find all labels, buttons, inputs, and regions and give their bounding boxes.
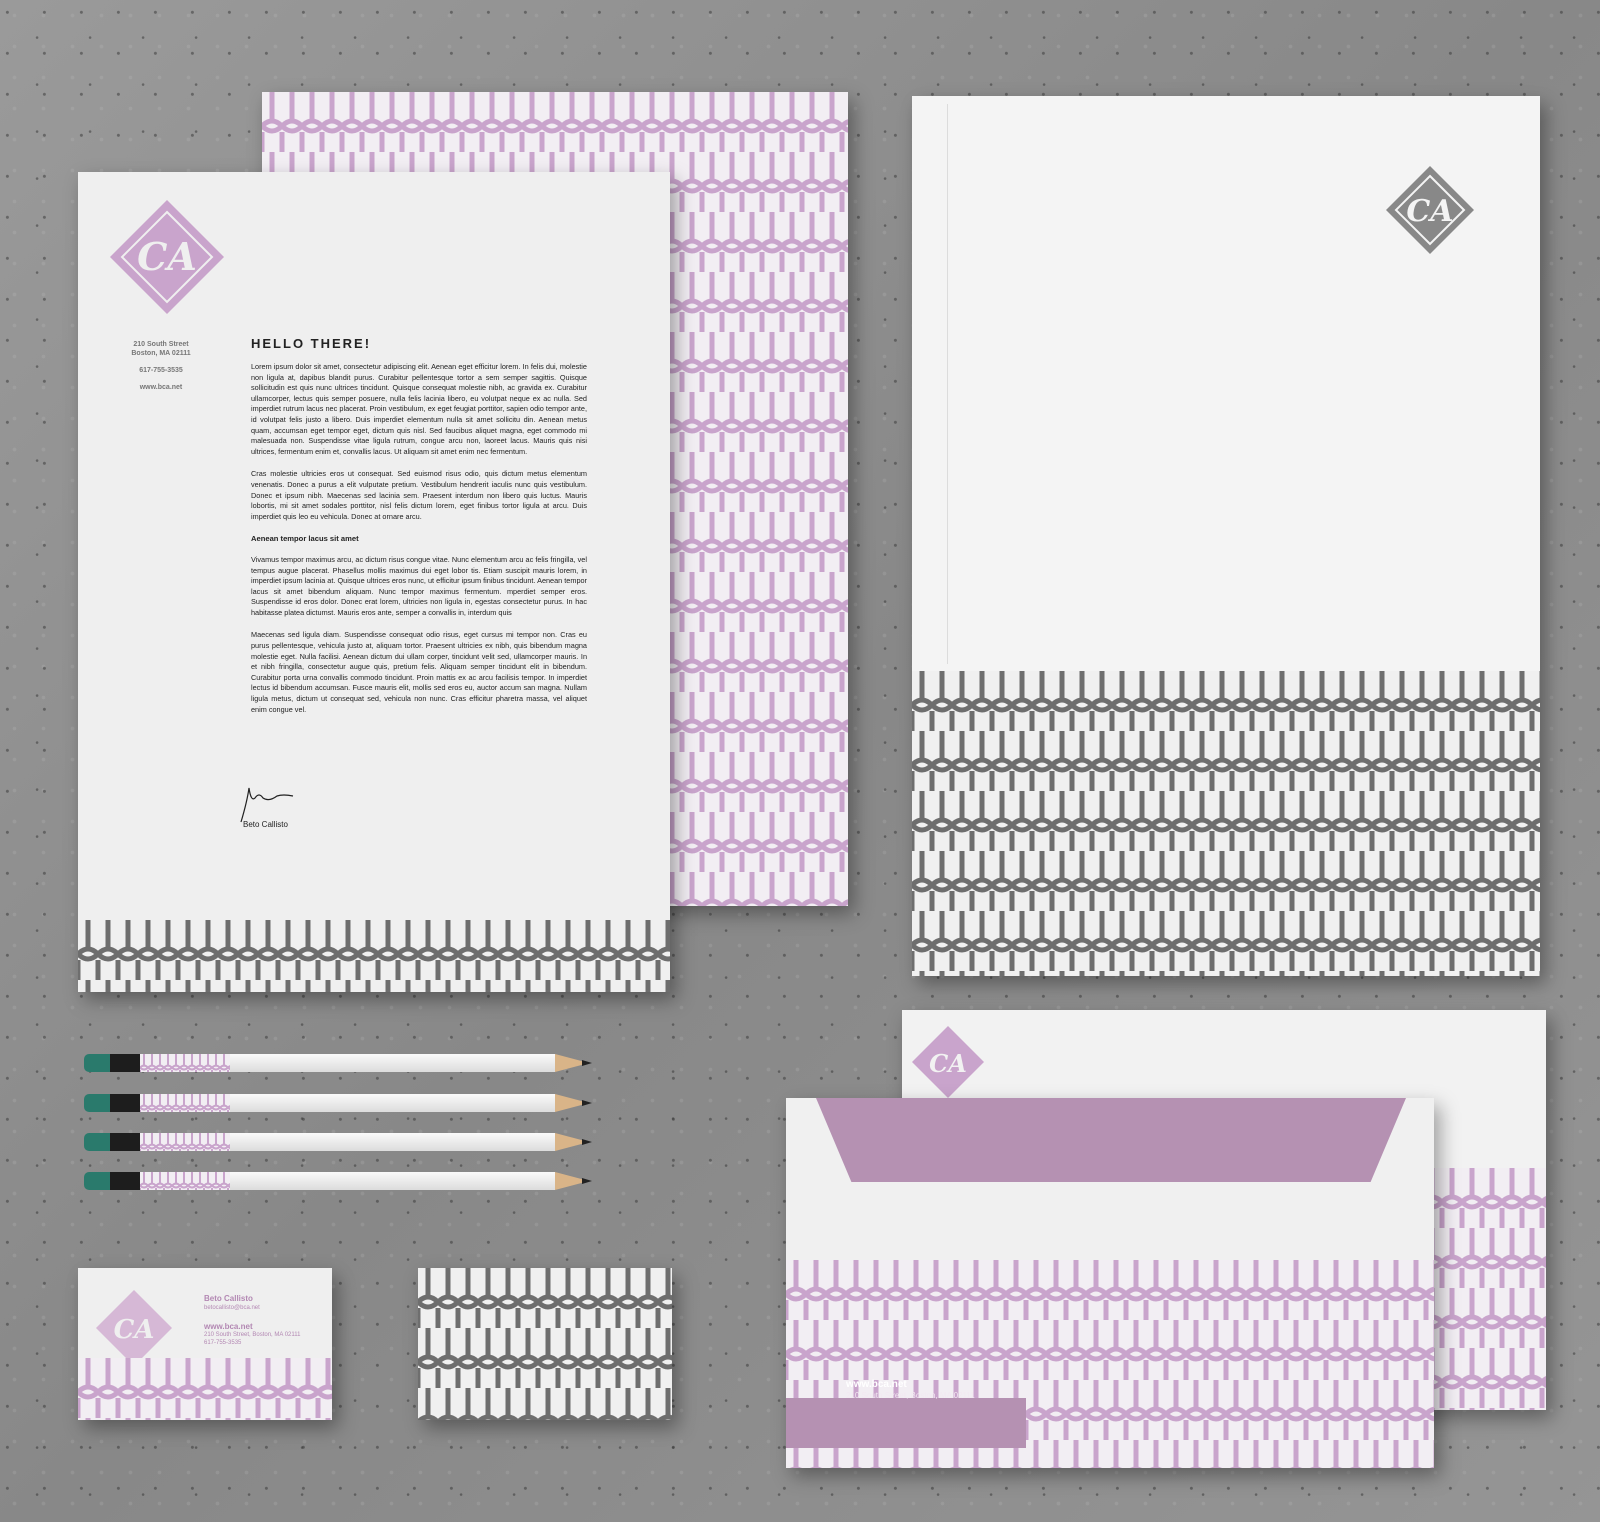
monogram-logo: CA bbox=[1386, 166, 1474, 254]
paragraph: Cras molestie ultricies eros ut consequa… bbox=[251, 469, 587, 521]
envelope-address: 210 South Street, Boston, MA 02111 bbox=[846, 1391, 975, 1400]
monogram-logo: CA bbox=[96, 1290, 172, 1366]
address-line2: Boston, MA 02111 bbox=[131, 350, 191, 357]
presentation-folder: CA bbox=[912, 96, 1540, 976]
letter-title: HELLO THERE! bbox=[251, 336, 372, 351]
subheading: Aenean tempor lacus sit amet bbox=[251, 534, 359, 544]
letter-body: Lorem ipsum dolor sit amet, consectetur … bbox=[251, 362, 587, 727]
pencil bbox=[84, 1172, 604, 1190]
address-line1: 210 South Street bbox=[133, 341, 189, 348]
pencil bbox=[84, 1094, 604, 1112]
website: www.bca.net bbox=[139, 384, 183, 391]
paragraph: Vivamus tempor maximus arcu, ac dictum r… bbox=[251, 554, 587, 617]
pencil bbox=[84, 1054, 604, 1072]
letterhead-address: 210 South Street Boston, MA 02111 617-75… bbox=[116, 340, 206, 392]
signature-name: Beto Callisto bbox=[243, 820, 288, 829]
envelope-front bbox=[786, 1098, 1434, 1468]
pencil bbox=[84, 1133, 604, 1151]
phone: 617-755-3535 bbox=[139, 367, 183, 374]
letterhead-pattern-band bbox=[78, 920, 670, 992]
svg-text:CA: CA bbox=[929, 1049, 967, 1078]
svg-text:CA: CA bbox=[114, 1315, 155, 1345]
svg-text:CA: CA bbox=[137, 234, 197, 279]
signature-scribble bbox=[240, 787, 294, 823]
paragraph: Maecenas sed ligula diam. Suspendisse co… bbox=[251, 630, 587, 714]
monogram-logo: CA bbox=[912, 1026, 984, 1098]
envelope-website: www.bca.net bbox=[846, 1379, 907, 1390]
business-card-front: CA Beto Callisto betocallisto@bca.net ww… bbox=[78, 1268, 332, 1420]
card-pattern-band bbox=[78, 1358, 332, 1420]
folder-fold-line bbox=[947, 104, 948, 664]
svg-text:CA: CA bbox=[1406, 194, 1453, 229]
card-email: betocallisto@bca.net bbox=[204, 1305, 260, 1311]
folder-pattern-band bbox=[912, 671, 1540, 976]
envelope-address-tag bbox=[786, 1398, 1026, 1448]
card-name: Beto Callisto bbox=[204, 1294, 253, 1303]
paragraph: Lorem ipsum dolor sit amet, consectetur … bbox=[251, 362, 587, 456]
letterhead: CA 210 South Street Boston, MA 02111 617… bbox=[78, 172, 670, 992]
envelope-flap bbox=[816, 1098, 1406, 1182]
monogram-logo: CA bbox=[110, 200, 224, 314]
card-website: www.bca.net bbox=[204, 1322, 253, 1331]
card-address: 210 South Street, Boston, MA 02111 bbox=[204, 1332, 301, 1338]
card-phone: 617-755-3535 bbox=[204, 1340, 242, 1346]
business-card-back bbox=[418, 1268, 672, 1420]
